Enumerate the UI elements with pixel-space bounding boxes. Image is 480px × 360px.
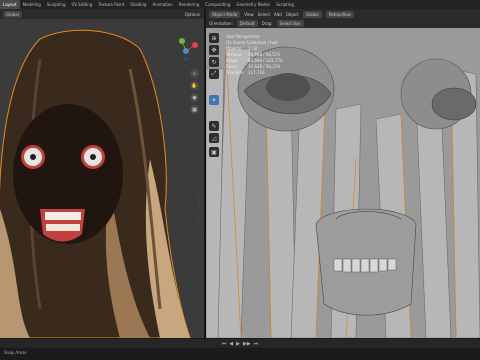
rendered-character-render (0, 19, 204, 338)
cursor-icon[interactable]: ⊕ (209, 33, 219, 43)
tab-rendering[interactable]: Rendering (176, 0, 202, 9)
tab-scripting[interactable]: Scripting (273, 0, 297, 9)
status-text: Snap Areas (4, 350, 27, 355)
transform-icon[interactable]: ✦ (209, 95, 219, 105)
scale-icon[interactable]: ⤢ (209, 69, 219, 79)
tab-compositing[interactable]: Compositing (202, 0, 233, 9)
right-viewport[interactable]: Object Mode View Select Add Object Globa… (206, 9, 480, 338)
rotate-icon[interactable]: ↻ (209, 57, 219, 67)
tab-uv-editing[interactable]: UV Editing (69, 0, 96, 9)
measure-icon[interactable]: ◿ (209, 133, 219, 143)
annotate-icon[interactable]: ✎ (209, 121, 219, 131)
step-back-icon[interactable]: ◀ (229, 341, 233, 347)
tab-geometry-nodes[interactable]: Geometry Nodes (233, 0, 273, 9)
tab-layout[interactable]: Layout (0, 0, 20, 9)
jump-start-icon[interactable]: ⏮ (222, 341, 227, 347)
camera-icon[interactable]: ◉ (190, 93, 199, 102)
workspace-tabs: Layout Modeling Sculpting UV Editing Tex… (0, 0, 480, 9)
stat-row: Triangles 117,716 (226, 70, 265, 75)
move-icon[interactable]: ✥ (209, 45, 219, 55)
play-icon[interactable]: ▶ (236, 341, 240, 347)
zoom-icon[interactable]: ⌕ (190, 69, 199, 78)
viewport-statistics-overlay: User Perspective (1) Scene Collection | … (226, 34, 282, 76)
grid-icon[interactable]: ▦ (190, 105, 199, 114)
step-forward-icon[interactable]: ▶▶ (243, 341, 251, 347)
left-viewport[interactable]: Global Options ⌕ ✋ ◉ ▦ (0, 9, 204, 338)
pan-hand-icon[interactable]: ✋ (190, 81, 199, 90)
tab-texture-paint[interactable]: Texture Paint (95, 0, 127, 9)
tab-animation[interactable]: Animation (149, 0, 175, 9)
jump-end-icon[interactable]: ⏭ (254, 341, 259, 347)
tab-modeling[interactable]: Modeling (20, 0, 44, 9)
tab-sculpting[interactable]: Sculpting (44, 0, 69, 9)
tab-shading[interactable]: Shading (127, 0, 149, 9)
playback-controls: ⏮ ◀ ▶ ▶▶ ⏭ (0, 339, 480, 348)
add-cube-icon[interactable]: ▣ (209, 147, 219, 157)
